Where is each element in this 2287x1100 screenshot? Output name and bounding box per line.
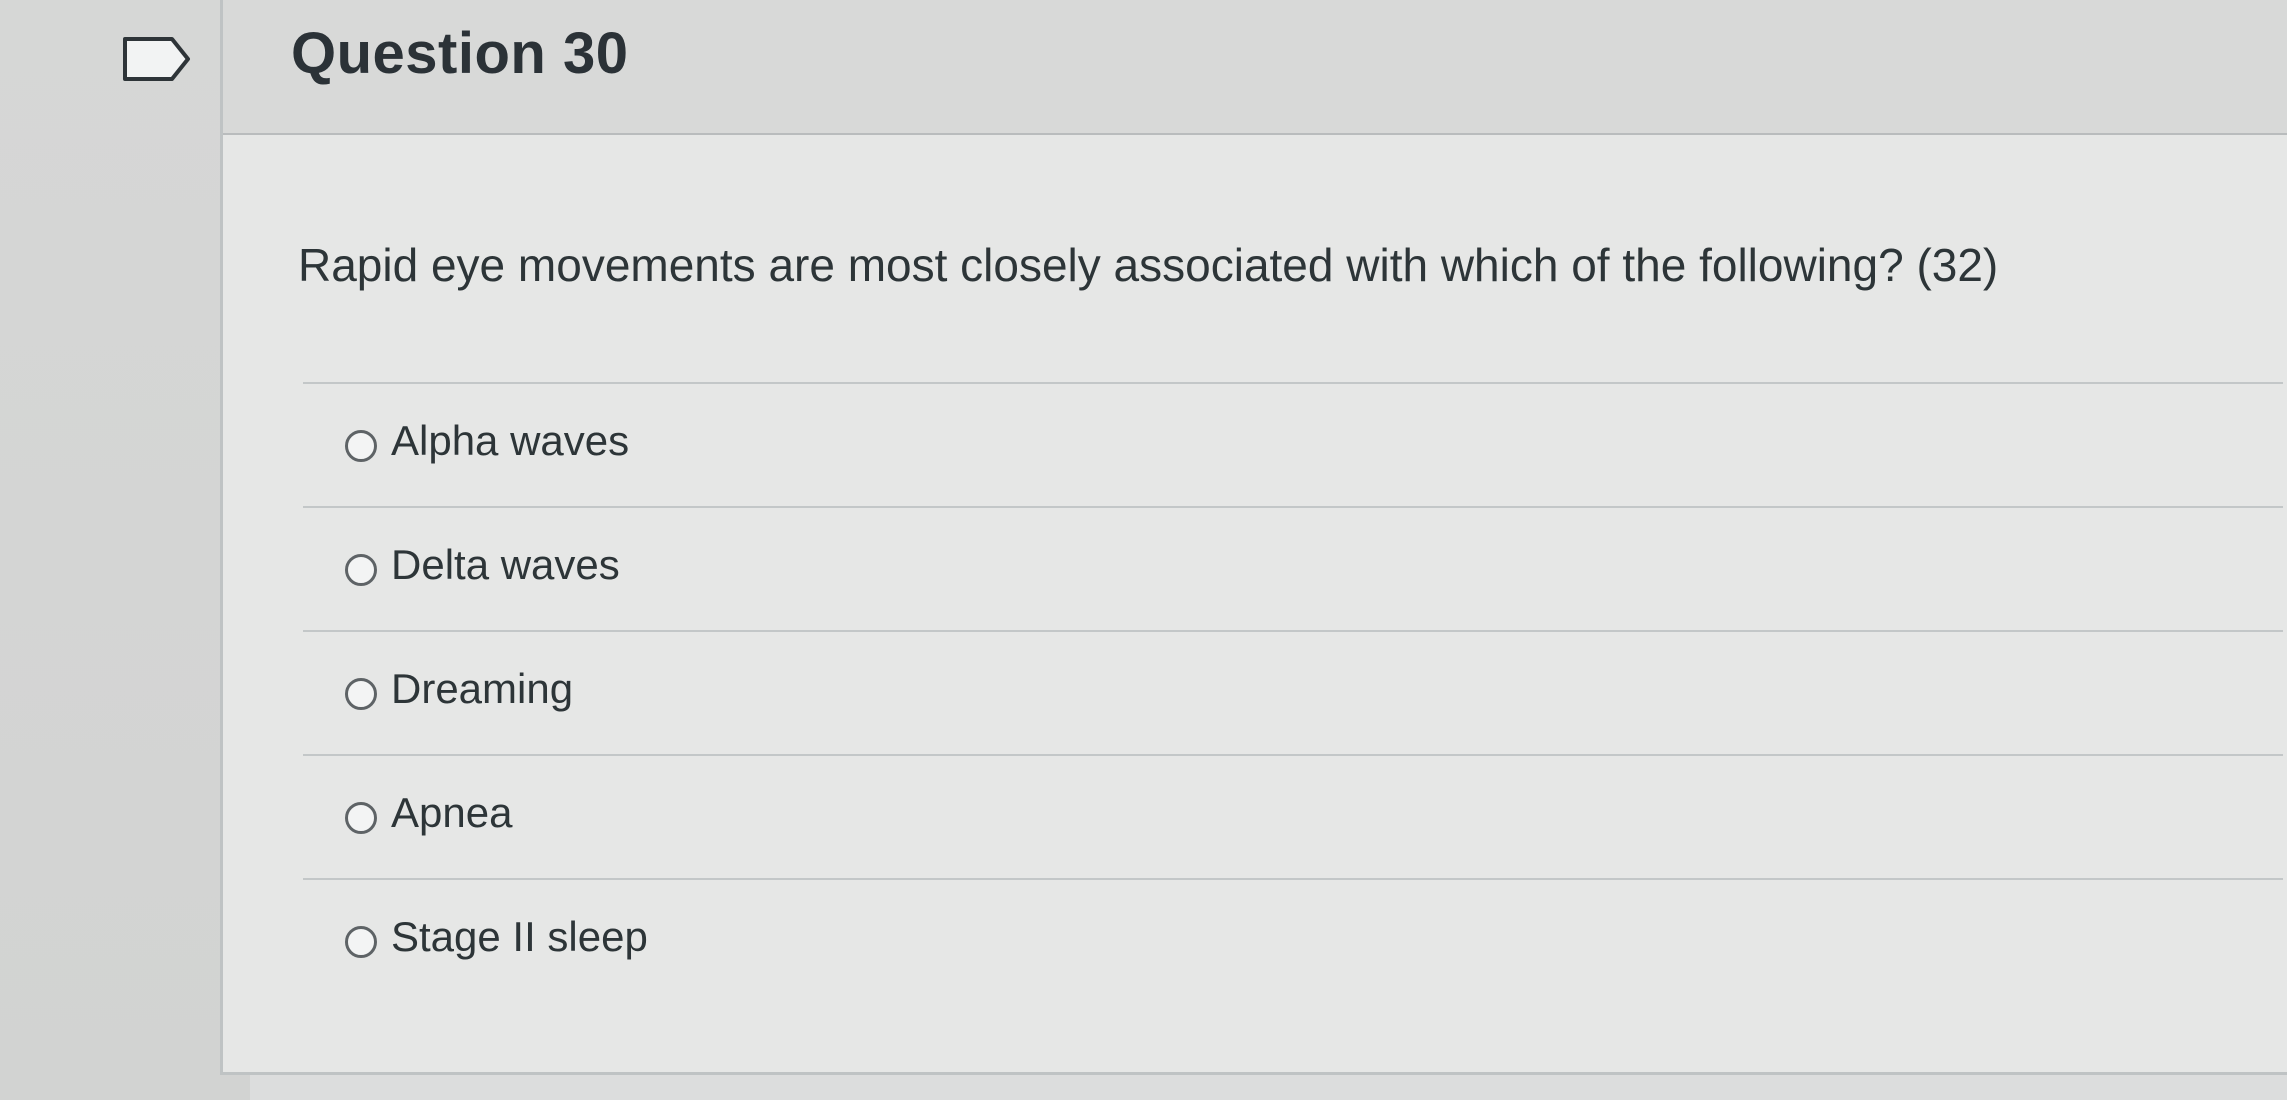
answer-label[interactable]: Dreaming [391, 665, 573, 713]
answer-label[interactable]: Stage II sleep [391, 913, 648, 961]
question-header: Question 30 [223, 0, 2287, 135]
answer-option[interactable]: Alpha waves [303, 382, 2283, 506]
radio-button-icon[interactable] [345, 926, 377, 958]
radio-button-icon[interactable] [345, 554, 377, 586]
question-card: Question 30 Rapid eye movements are most… [220, 0, 2287, 1075]
question-title: Question 30 [291, 21, 629, 86]
answer-label[interactable]: Alpha waves [391, 417, 629, 465]
answer-option[interactable]: Dreaming [303, 630, 2283, 754]
answer-label[interactable]: Delta waves [391, 541, 620, 589]
answer-option[interactable]: Stage II sleep [303, 878, 2283, 1002]
answer-label[interactable]: Apnea [391, 789, 512, 837]
radio-button-icon[interactable] [345, 430, 377, 462]
radio-button-icon[interactable] [345, 678, 377, 710]
page-background [0, 0, 250, 1100]
question-text: Rapid eye movements are most closely ass… [298, 239, 1999, 291]
flag-question-icon[interactable] [122, 36, 192, 82]
radio-button-icon[interactable] [345, 802, 377, 834]
answer-option[interactable]: Delta waves [303, 506, 2283, 630]
answer-list: Alpha waves Delta waves Dreaming Apnea S… [303, 382, 2283, 1002]
answer-option[interactable]: Apnea [303, 754, 2283, 878]
